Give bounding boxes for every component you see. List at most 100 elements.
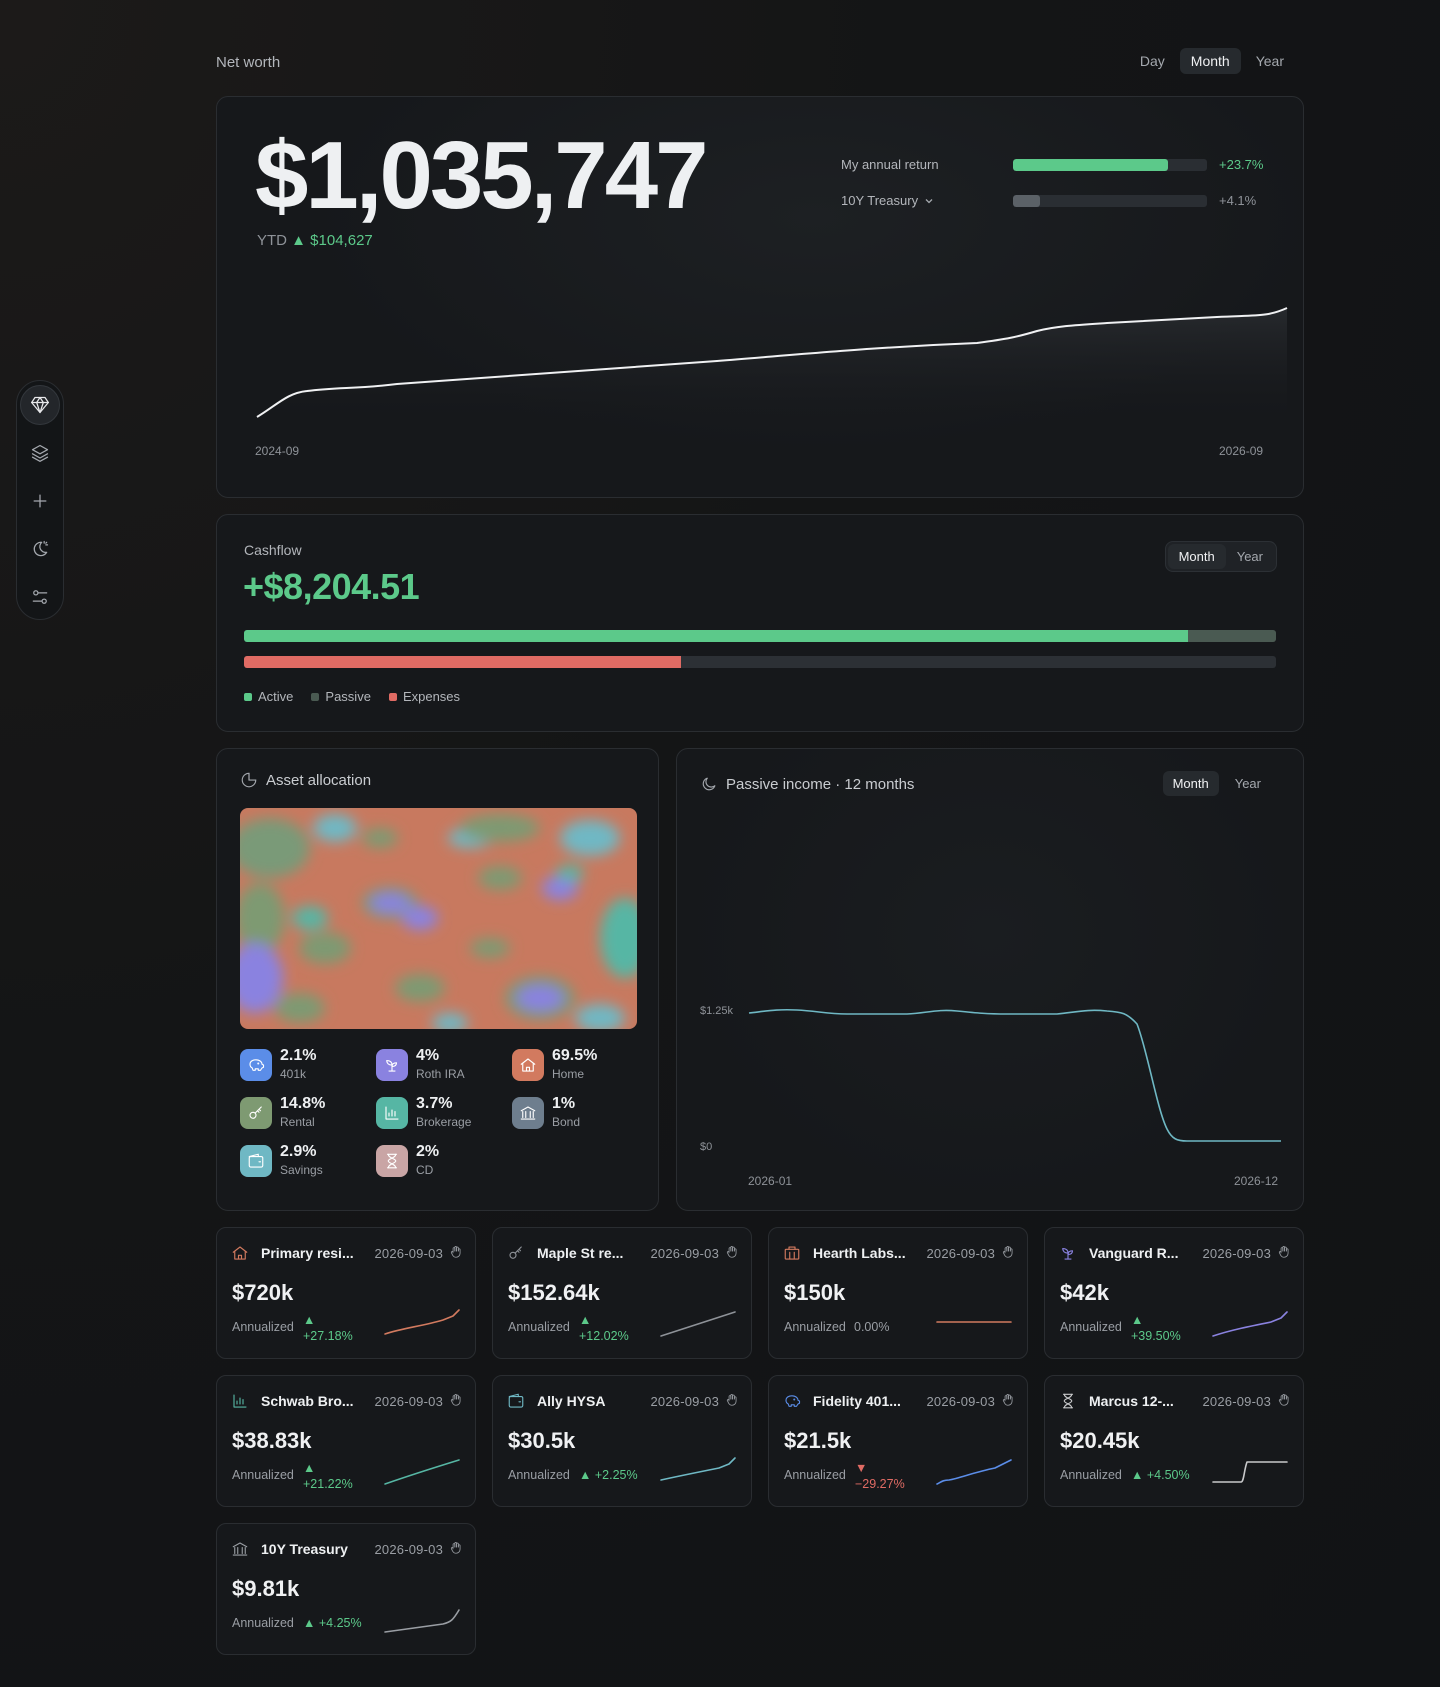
plus-icon — [33, 494, 47, 508]
holding-card[interactable]: Vanguard R... 2026-09-03 $42k Annualized ▲ +3… — [1044, 1227, 1304, 1359]
annualized-label: Annualized — [784, 1320, 846, 1334]
allocation-name: 401k — [280, 1067, 307, 1081]
cashflow-tab-month[interactable]: Month — [1167, 544, 1226, 569]
allocation-pct: 69.5% — [552, 1047, 598, 1064]
drag-handle-icon[interactable] — [1277, 1245, 1291, 1262]
sprout-icon — [376, 1049, 408, 1081]
net-worth-chart — [256, 307, 1288, 427]
passive-income-segment — [1188, 630, 1276, 642]
holding-value: $38.83k — [232, 1428, 312, 1453]
holding-change: ▲ +12.02% — [579, 1313, 629, 1343]
cashflow-label: Cashflow — [244, 542, 302, 558]
holding-sparkline — [384, 1309, 460, 1335]
tab-year[interactable]: Year — [1245, 48, 1295, 74]
allocation-item[interactable]: 14.8% Rental — [240, 1095, 376, 1129]
drag-handle-icon[interactable] — [1277, 1393, 1291, 1410]
holding-name: Primary resi... — [261, 1245, 354, 1261]
holding-sparkline — [660, 1311, 736, 1337]
nav-settings-button[interactable] — [20, 577, 60, 617]
hourglass-icon — [376, 1145, 408, 1177]
drag-handle-icon[interactable] — [725, 1245, 739, 1262]
asset-allocation-title: Asset allocation — [240, 771, 371, 789]
drag-handle-icon[interactable] — [449, 1541, 463, 1558]
nav-theme-button[interactable] — [20, 529, 60, 569]
theme-icon — [33, 540, 49, 557]
allocation-item[interactable]: 4% Roth IRA — [376, 1047, 512, 1081]
holding-value: $20.45k — [1060, 1428, 1140, 1453]
allocation-item[interactable]: 2.9% Savings — [240, 1143, 376, 1177]
tab-month[interactable]: Month — [1179, 48, 1241, 74]
holding-card[interactable]: Schwab Bro... 2026-09-03 $38.83k Annualized… — [216, 1375, 476, 1507]
holding-sparkline — [936, 1321, 1012, 1323]
net-worth-area — [257, 308, 1287, 427]
holding-change: ▲ +21.22% — [303, 1461, 353, 1491]
holding-sparkline — [1212, 1311, 1288, 1337]
holding-date: 2026-09-03 — [1202, 1393, 1271, 1409]
legend-active: Active — [244, 689, 293, 704]
asset-allocation-card: Asset allocation 2.1% 401k 4% Roth IRA 6… — [216, 748, 659, 1211]
holding-value: $42k — [1060, 1280, 1109, 1305]
holding-card[interactable]: 10Y Treasury 2026-09-03 $9.81k Annualized ▲ … — [216, 1523, 476, 1655]
holding-name: Marcus 12-... — [1089, 1393, 1174, 1409]
holding-sparkline — [660, 1457, 736, 1481]
tab-day[interactable]: Day — [1129, 48, 1176, 74]
sprout-icon — [1059, 1244, 1077, 1262]
holding-name: Vanguard R... — [1089, 1245, 1179, 1261]
passive-income-card: Passive income · 12 months Month Year $1… — [676, 748, 1304, 1211]
drag-handle-icon[interactable] — [725, 1393, 739, 1410]
allocation-item[interactable]: 1% Bond — [512, 1095, 648, 1129]
nav-layers-button[interactable] — [20, 433, 60, 473]
x-axis-end: 2026-09 — [1219, 444, 1264, 458]
piggy-bank-icon — [783, 1392, 801, 1410]
wallet-icon — [507, 1392, 525, 1410]
home-icon — [512, 1049, 544, 1081]
nav-net-worth-button[interactable] — [20, 385, 60, 425]
holding-card[interactable]: Maple St re... 2026-09-03 $152.64k Annualiz… — [492, 1227, 752, 1359]
holding-card[interactable]: Ally HYSA 2026-09-03 $30.5k Annualized ▲ +2.… — [492, 1375, 752, 1507]
holding-value: $9.81k — [232, 1576, 300, 1601]
cashflow-legend: Active Passive Expenses — [244, 689, 460, 704]
holding-change: ▲ +39.50% — [1131, 1313, 1181, 1343]
allocation-name: Roth IRA — [416, 1067, 465, 1081]
holding-change: ▲ +4.50% — [1131, 1468, 1190, 1482]
annualized-label: Annualized — [784, 1468, 846, 1482]
drag-handle-icon[interactable] — [1001, 1245, 1015, 1262]
allocation-item[interactable]: 2.1% 401k — [240, 1047, 376, 1081]
holding-card[interactable]: Primary resi... 2026-09-03 $720k Annualized… — [216, 1227, 476, 1359]
holding-name: Ally HYSA — [537, 1393, 606, 1409]
nav-add-button[interactable] — [20, 481, 60, 521]
holding-card[interactable]: Marcus 12-... 2026-09-03 $20.45k Annualized… — [1044, 1375, 1304, 1507]
net-worth-card: $1,035,747 YTD ▲ $104,627 My annual retu… — [216, 96, 1304, 498]
cashflow-range-tabs: Month Year — [1164, 541, 1277, 572]
wallet-icon — [240, 1145, 272, 1177]
drag-handle-icon[interactable] — [449, 1393, 463, 1410]
pi-x-start: 2026-01 — [748, 1174, 793, 1188]
sidebar-rail — [16, 380, 64, 620]
holding-date: 2026-09-03 — [926, 1245, 995, 1261]
active-income-segment — [244, 630, 1189, 642]
allocation-pct: 2.9% — [280, 1143, 317, 1160]
passive-income-line — [748, 1008, 1281, 1142]
holding-card[interactable]: Fidelity 401... 2026-09-03 $21.5k Annualize… — [768, 1375, 1028, 1507]
allocation-name: Rental — [280, 1115, 315, 1129]
allocation-name: Savings — [280, 1163, 323, 1177]
drag-handle-icon[interactable] — [449, 1245, 463, 1262]
income-bar — [244, 630, 1276, 642]
range-tabs: Day Month Year — [1129, 48, 1295, 74]
holding-date: 2026-09-03 — [926, 1393, 995, 1409]
allocation-item[interactable]: 69.5% Home — [512, 1047, 648, 1081]
drag-handle-icon[interactable] — [1001, 1393, 1015, 1410]
holding-sparkline — [384, 1459, 460, 1485]
cashflow-tab-year[interactable]: Year — [1226, 544, 1274, 569]
holding-value: $150k — [784, 1280, 846, 1305]
allocation-item[interactable]: 3.7% Brokerage — [376, 1095, 512, 1129]
allocation-heatmap[interactable] — [240, 808, 637, 1029]
hourglass-icon — [1059, 1392, 1077, 1410]
holding-change: ▲ +27.18% — [303, 1313, 353, 1343]
piggy-bank-icon — [240, 1049, 272, 1081]
pi-x-end: 2026-12 — [1234, 1174, 1279, 1188]
holding-value: $720k — [232, 1280, 294, 1305]
holding-card[interactable]: Hearth Labs... 2026-09-03 $150k Annualized 0… — [768, 1227, 1028, 1359]
allocation-item[interactable]: 2% CD — [376, 1143, 512, 1177]
holding-value: $152.64k — [508, 1280, 600, 1305]
